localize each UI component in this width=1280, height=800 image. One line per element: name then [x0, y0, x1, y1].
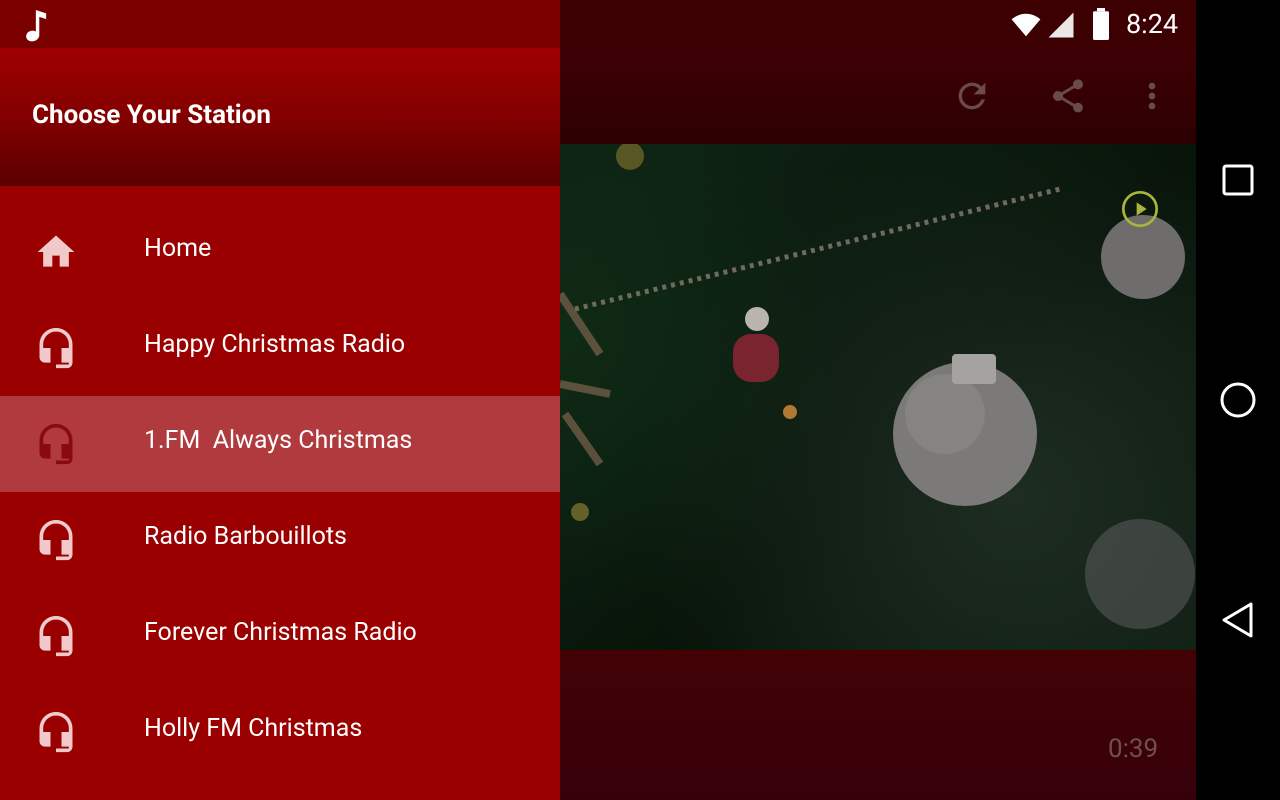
menu-item-home[interactable]: Home	[0, 204, 560, 300]
recents-button[interactable]	[1214, 156, 1262, 204]
wifi-icon	[1011, 13, 1041, 37]
home-nav-button[interactable]	[1214, 376, 1262, 424]
battery-icon	[1093, 8, 1109, 40]
menu-item-label: Holly FM Christmas	[144, 714, 363, 743]
menu-item-happy-christmas-radio[interactable]: Happy Christmas Radio	[0, 300, 560, 396]
share-button[interactable]	[1044, 72, 1092, 120]
recents-square-icon	[1222, 164, 1254, 196]
menu-item-label: Happy Christmas Radio	[144, 330, 406, 359]
back-triangle-icon	[1222, 602, 1253, 638]
music-note-icon	[26, 10, 47, 42]
menu-item-label: Forever Christmas Radio	[144, 618, 417, 647]
headphones-icon	[32, 612, 80, 660]
menu-item-radio-barbouillots[interactable]: Radio Barbouillots	[0, 492, 560, 588]
drawer-status-area	[0, 0, 560, 48]
status-time: 8:24	[1126, 8, 1179, 40]
share-icon	[1053, 79, 1083, 113]
menu-item-label: Home	[144, 234, 212, 263]
status-icons: 8:24	[1008, 8, 1196, 42]
refresh-button[interactable]	[948, 72, 996, 120]
navigation-drawer: Choose Your Station Home Happy Christmas…	[0, 0, 560, 800]
cell-signal-icon	[1048, 12, 1074, 38]
home-circle-icon	[1220, 382, 1256, 418]
headphones-icon	[32, 708, 80, 756]
menu-item-forever-christmas-radio[interactable]: Forever Christmas Radio	[0, 588, 560, 684]
home-icon	[32, 228, 80, 276]
play-overlay-button[interactable]	[1120, 189, 1160, 229]
more-vert-icon	[1148, 82, 1156, 110]
refresh-icon	[958, 82, 986, 110]
play-circle-icon	[1122, 191, 1158, 227]
menu-item-label: 1.FM Always Christmas	[144, 426, 413, 455]
elapsed-time: 0:39	[1108, 734, 1159, 764]
back-button[interactable]	[1214, 596, 1262, 644]
more-options-button[interactable]	[1128, 72, 1176, 120]
headphones-icon	[32, 324, 80, 372]
menu-item-label: Radio Barbouillots	[144, 522, 347, 551]
menu-item-1fm-always-christmas[interactable]: 1.FM Always Christmas	[0, 396, 560, 492]
headphones-icon	[32, 420, 80, 468]
headphones-icon	[32, 516, 80, 564]
drawer-title: Choose Your Station	[32, 100, 271, 130]
menu-item-holly-fm-christmas[interactable]: Holly FM Christmas	[0, 684, 560, 780]
